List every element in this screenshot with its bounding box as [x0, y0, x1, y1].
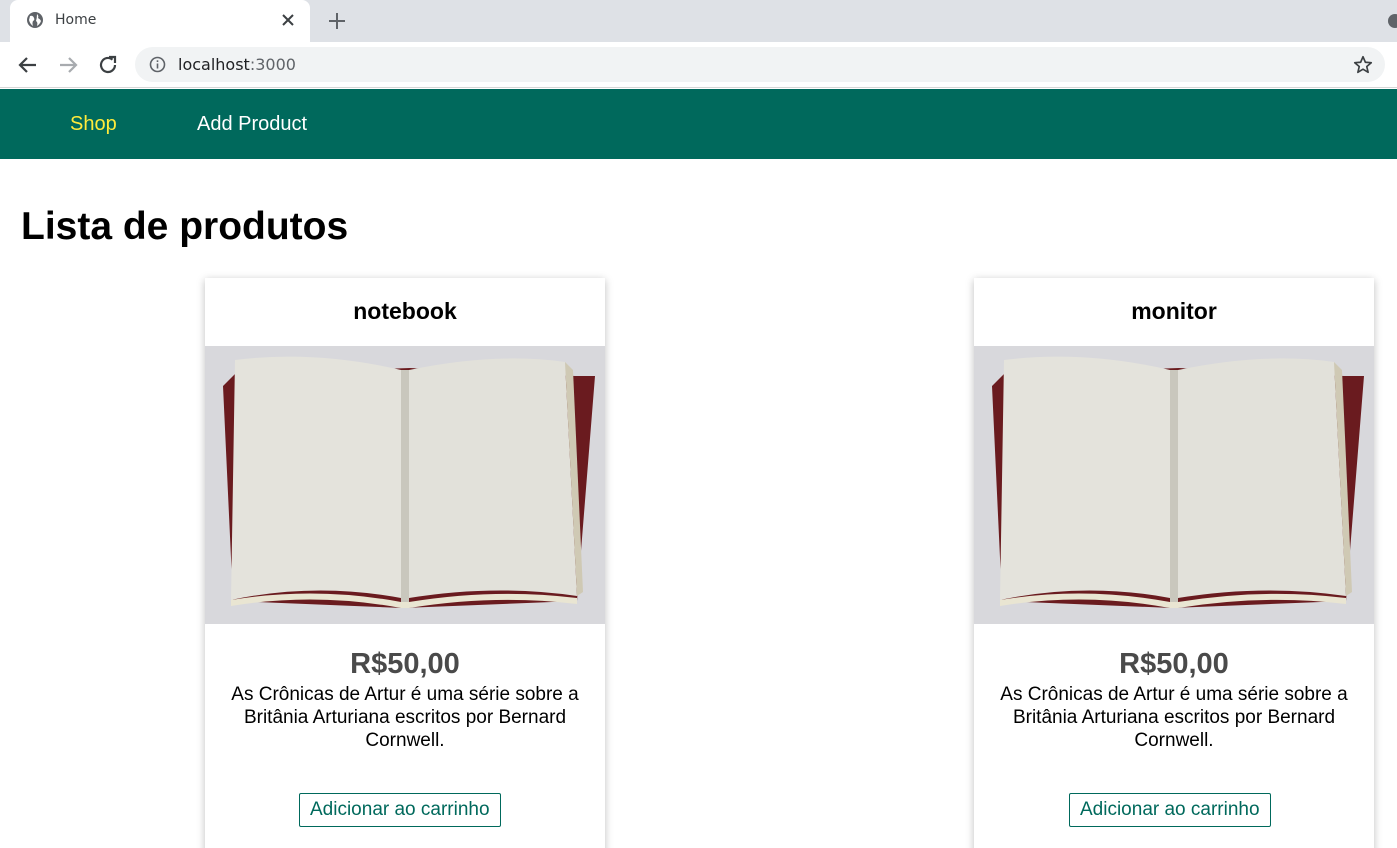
- reload-icon[interactable]: [96, 53, 120, 77]
- profile-avatar-icon[interactable]: [1388, 14, 1397, 28]
- nav-link-shop[interactable]: Shop: [70, 113, 117, 136]
- browser-tab-strip: Home: [0, 0, 1397, 42]
- product-price: R$50,00: [1119, 648, 1229, 680]
- bookmark-star-icon[interactable]: [1352, 54, 1374, 76]
- nav-link-add-product[interactable]: Add Product: [197, 113, 307, 136]
- product-title: notebook: [353, 298, 457, 324]
- page-title: Lista de produtos: [21, 205, 349, 248]
- close-icon[interactable]: [280, 12, 296, 28]
- info-icon[interactable]: [149, 56, 166, 73]
- globe-icon: [27, 12, 43, 28]
- url-port: :3000: [249, 55, 296, 74]
- add-to-cart-button[interactable]: Adicionar ao carrinho: [1069, 793, 1271, 827]
- main-header: Shop Add Product: [0, 89, 1397, 159]
- product-title: monitor: [1131, 298, 1217, 324]
- browser-toolbar: localhost:3000: [0, 42, 1397, 88]
- address-bar[interactable]: localhost:3000: [135, 47, 1385, 82]
- product-card: monitor R$50,00 As Crônicas de Artur é u…: [974, 278, 1374, 848]
- product-card: notebook R$50,00 As Crônicas de Artur é …: [205, 278, 605, 848]
- product-price: R$50,00: [350, 648, 460, 680]
- product-image: [974, 346, 1374, 624]
- url-text: localhost:3000: [178, 55, 296, 74]
- tab-title: Home: [55, 12, 97, 28]
- forward-arrow-icon[interactable]: [56, 53, 80, 77]
- add-to-cart-button[interactable]: Adicionar ao carrinho: [299, 793, 501, 827]
- product-description: As Crônicas de Artur é uma série sobre a…: [1000, 684, 1348, 751]
- new-tab-plus-icon[interactable]: [327, 11, 347, 31]
- url-host: localhost: [178, 55, 250, 74]
- product-description: As Crônicas de Artur é uma série sobre a…: [231, 684, 579, 751]
- back-arrow-icon[interactable]: [16, 53, 40, 77]
- browser-tab[interactable]: Home: [10, 0, 310, 42]
- product-image: [205, 346, 605, 624]
